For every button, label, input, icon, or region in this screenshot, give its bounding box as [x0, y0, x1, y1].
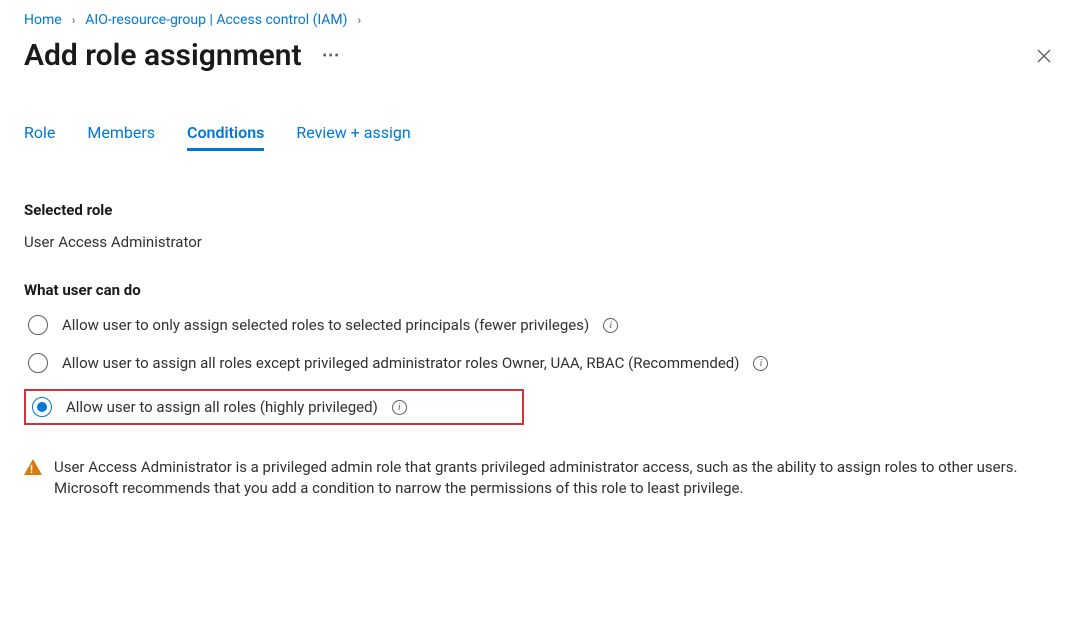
info-icon[interactable]: i [753, 356, 768, 371]
option-fewer-privileges[interactable]: Allow user to only assign selected roles… [24, 313, 1060, 337]
selected-role-label: Selected role [24, 201, 1060, 219]
what-user-can-do-label: What user can do [24, 281, 1060, 299]
selected-role-value: User Access Administrator [24, 233, 1060, 251]
tab-role[interactable]: Role [24, 123, 55, 151]
privilege-warning-alert: User Access Administrator is a privilege… [24, 457, 1060, 499]
option-label: Allow user to assign all roles except pr… [62, 354, 739, 372]
breadcrumb-resource[interactable]: AIO-resource-group | Access control (IAM… [85, 12, 347, 28]
radio-icon[interactable] [28, 315, 48, 335]
page-title-text: Add role assignment [24, 38, 302, 73]
tabs: Role Members Conditions Review + assign [24, 123, 1060, 151]
tab-members[interactable]: Members [87, 123, 155, 151]
close-icon [1036, 48, 1052, 64]
more-menu-button[interactable]: ⋯ [322, 45, 342, 66]
radio-icon[interactable] [28, 353, 48, 373]
chevron-right-icon: › [72, 13, 76, 27]
title-row: Add role assignment ⋯ [24, 38, 1060, 73]
option-all-except-privileged[interactable]: Allow user to assign all roles except pr… [24, 351, 1060, 375]
what-user-can-do-options: Allow user to only assign selected roles… [24, 313, 1060, 425]
tab-conditions[interactable]: Conditions [187, 123, 264, 151]
info-icon[interactable]: i [392, 400, 407, 415]
option-label: Allow user to assign all roles (highly p… [66, 398, 378, 416]
alert-text: User Access Administrator is a privilege… [54, 457, 1054, 499]
radio-icon[interactable] [32, 397, 52, 417]
chevron-right-icon: › [358, 13, 362, 27]
warning-icon [24, 459, 42, 475]
breadcrumb: Home › AIO-resource-group | Access contr… [24, 12, 1060, 28]
breadcrumb-home[interactable]: Home [24, 12, 62, 28]
info-icon[interactable]: i [603, 318, 618, 333]
tab-review-assign[interactable]: Review + assign [296, 123, 410, 151]
page-title: Add role assignment ⋯ [24, 38, 342, 73]
close-button[interactable] [1028, 40, 1060, 72]
option-all-roles-highly-privileged[interactable]: Allow user to assign all roles (highly p… [24, 389, 524, 425]
option-label: Allow user to only assign selected roles… [62, 316, 589, 334]
